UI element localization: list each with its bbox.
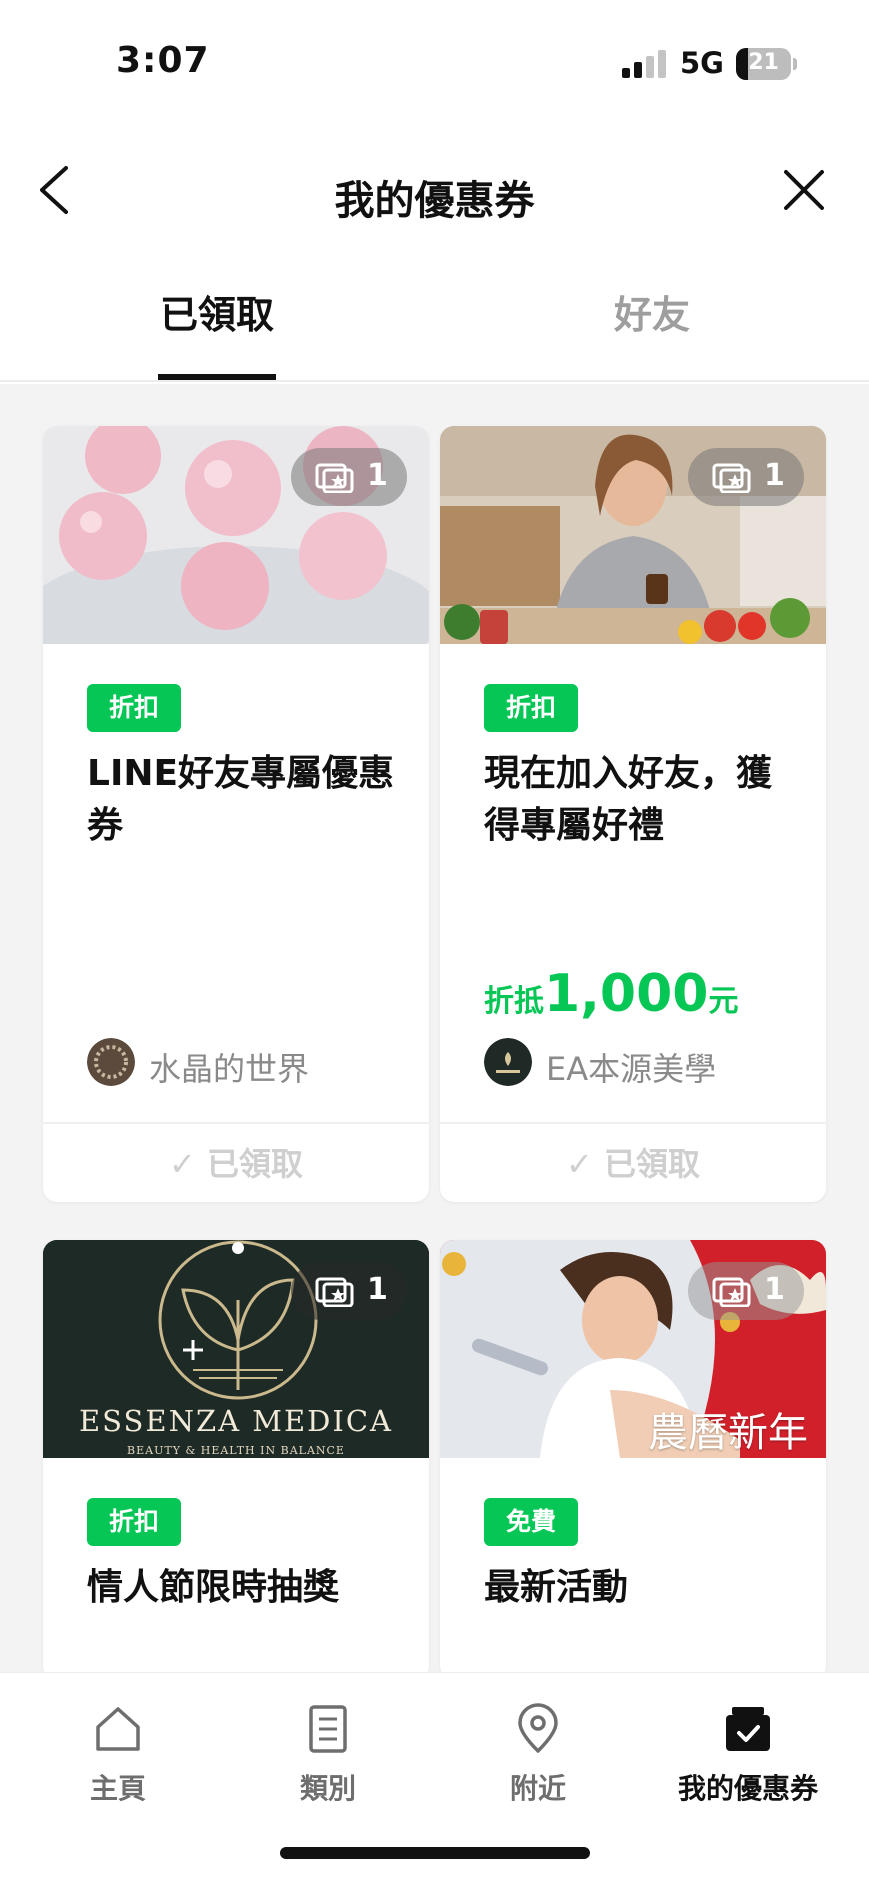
- coupon-box-icon: [726, 1707, 770, 1751]
- coupon-type-tag: 折扣: [87, 684, 182, 732]
- coupon-title: 最新活動: [484, 1567, 629, 1608]
- close-icon: [784, 170, 824, 210]
- coupon-stack-icon: [712, 1277, 751, 1307]
- coupon-list: 1 折扣 LINE好友專屬優惠券 水晶的世界 ✓ 已領取 1 折扣 現在加入好友…: [0, 384, 869, 1672]
- nav-item-home[interactable]: 主頁: [18, 1703, 218, 1823]
- nav-item-nearby[interactable]: 附近: [438, 1703, 638, 1823]
- quantity-count: 1: [367, 458, 388, 493]
- coupon-card[interactable]: 農曆新年 1 免費 最新活動: [440, 1240, 826, 1672]
- claimed-status-label: 已領取: [206, 1145, 303, 1183]
- tab-friends[interactable]: 好友: [435, 284, 869, 382]
- claimed-status-button[interactable]: ✓ 已領取: [43, 1122, 429, 1202]
- discount-prefix: 折抵: [484, 984, 544, 1019]
- quantity-count: 1: [764, 458, 785, 493]
- tab-claimed[interactable]: 已領取: [0, 284, 434, 382]
- list-icon: [309, 1705, 347, 1753]
- discount-unit: 元: [708, 984, 739, 1019]
- coupon-type-tag: 免費: [484, 1498, 579, 1546]
- coupon-image: 1: [440, 426, 826, 644]
- nav-label-my-coupons: 我的優惠券: [677, 1772, 818, 1805]
- location-pin-icon: [518, 1703, 558, 1753]
- coupon-type-tag: 折扣: [87, 1498, 182, 1546]
- image-caption-text: 農曆新年: [648, 1410, 808, 1456]
- battery-cap: [793, 58, 797, 70]
- claimed-status-label: 已領取: [603, 1145, 700, 1183]
- quantity-badge: 1: [688, 1262, 804, 1320]
- signal-strength-icon: [622, 50, 668, 78]
- quantity-badge: 1: [688, 448, 804, 506]
- shop-name: EA本源美學: [546, 1050, 717, 1088]
- status-bar: 3:07 5G 21: [0, 0, 869, 120]
- nav-item-categories[interactable]: 類別: [228, 1703, 428, 1823]
- shop-avatar: [484, 1038, 532, 1086]
- coupon-title: 現在加入好友，獲得專屬好禮: [484, 753, 773, 846]
- checkmark-icon: ✓: [566, 1145, 604, 1183]
- claimed-status-button[interactable]: ✓ 已領取: [440, 1122, 826, 1202]
- coupon-image: 1: [43, 426, 429, 644]
- tab-friends-label: 好友: [613, 293, 690, 337]
- shop-name: 水晶的世界: [149, 1050, 310, 1088]
- coupon-stack-icon: [315, 463, 354, 493]
- coupon-type-tag: 折扣: [484, 684, 579, 732]
- quantity-count: 1: [367, 1272, 388, 1307]
- quantity-badge: 1: [291, 448, 407, 506]
- battery-icon: 21: [736, 48, 791, 80]
- coupon-title: LINE好友專屬優惠券: [87, 753, 395, 846]
- bottom-navigation: 主頁 類別 附近 我的優惠券: [0, 1672, 869, 1882]
- nav-label-categories: 類別: [299, 1772, 356, 1805]
- home-indicator[interactable]: [280, 1847, 590, 1859]
- checkmark-icon: ✓: [169, 1145, 207, 1183]
- battery-level: 21: [748, 50, 779, 75]
- home-icon: [96, 1707, 140, 1751]
- page-title: 我的優惠券: [334, 178, 535, 224]
- image-brand-subtext: BEAUTY & HEALTH IN BALANCE: [127, 1444, 345, 1457]
- quantity-count: 1: [764, 1272, 785, 1307]
- active-tab-indicator: [158, 374, 276, 380]
- coupon-image: 農曆新年 1: [440, 1240, 826, 1458]
- nav-item-my-coupons[interactable]: 我的優惠券: [648, 1703, 848, 1823]
- quantity-badge: 1: [291, 1262, 407, 1320]
- coupon-stack-icon: [712, 463, 751, 493]
- discount-amount: 折抵1,000元: [484, 964, 738, 1024]
- coupon-card[interactable]: 1 折扣 現在加入好友，獲得專屬好禮 折抵1,000元 EA本源美學 ✓ 已領取: [440, 426, 826, 1202]
- coupon-image: ESSENZA MEDICA BEAUTY & HEALTH IN BALANC…: [43, 1240, 429, 1458]
- tab-claimed-label: 已領取: [159, 293, 274, 337]
- coupon-title: 情人節限時抽獎: [87, 1567, 340, 1608]
- nav-label-nearby: 附近: [509, 1772, 566, 1805]
- close-button[interactable]: [774, 160, 834, 220]
- nav-label-home: 主頁: [89, 1772, 146, 1805]
- coupon-card[interactable]: ESSENZA MEDICA BEAUTY & HEALTH IN BALANC…: [43, 1240, 429, 1672]
- coupon-card[interactable]: 1 折扣 LINE好友專屬優惠券 水晶的世界 ✓ 已領取: [43, 426, 429, 1202]
- status-time: 3:07: [116, 40, 210, 81]
- shop-avatar: [87, 1038, 135, 1086]
- tab-bar: 已領取 好友: [0, 270, 869, 382]
- app-header: 我的優惠券: [0, 140, 869, 250]
- image-brand-text: ESSENZA MEDICA: [79, 1404, 393, 1438]
- coupon-stack-icon: [315, 1277, 354, 1307]
- discount-value: 1,000: [544, 964, 709, 1024]
- network-type: 5G: [680, 46, 724, 80]
